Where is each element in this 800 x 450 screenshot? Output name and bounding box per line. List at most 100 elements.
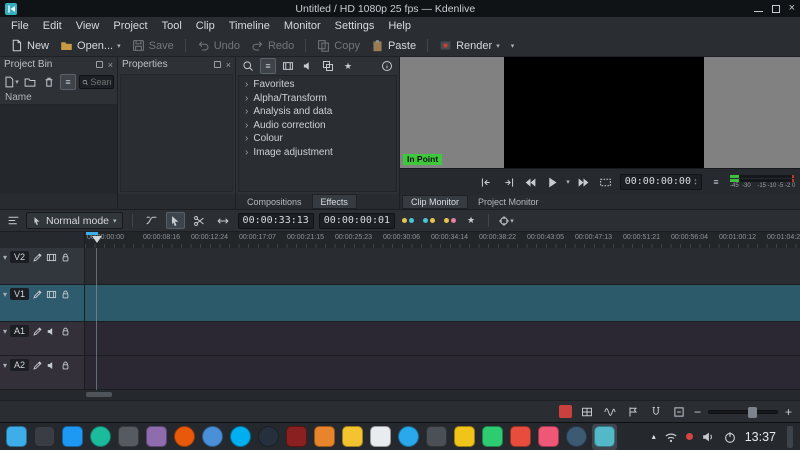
taskbar-app-chromium[interactable] bbox=[200, 424, 225, 450]
float-panel-icon[interactable] bbox=[213, 61, 221, 68]
taskbar-app-kickoff-menu[interactable] bbox=[4, 424, 29, 450]
play-button[interactable] bbox=[544, 174, 560, 190]
effects-category-colour[interactable]: › Colour bbox=[239, 132, 396, 146]
tab-clip-monitor[interactable]: Clip Monitor bbox=[402, 195, 469, 209]
show-audio-thumbnails-button[interactable] bbox=[602, 404, 618, 420]
taskbar-app-firefox[interactable] bbox=[172, 424, 197, 450]
tray-expand-chevron-icon[interactable]: ▴ bbox=[652, 432, 656, 441]
track-a1-header[interactable]: ▾ A1 bbox=[0, 322, 85, 355]
bin-name-column-header[interactable]: Name bbox=[0, 92, 117, 105]
volume-icon[interactable] bbox=[701, 430, 715, 444]
toolbar-overflow-button[interactable]: ▾ bbox=[507, 41, 519, 51]
lock-icon[interactable] bbox=[60, 360, 71, 371]
edit-mode-combobox[interactable]: Normal mode ▾ bbox=[26, 212, 123, 229]
spacer-tool-button[interactable] bbox=[214, 212, 233, 229]
track-a2-lane[interactable] bbox=[85, 356, 800, 389]
taskbar-app-banana[interactable] bbox=[340, 424, 365, 450]
video-effects-filter-button[interactable] bbox=[280, 58, 296, 74]
collapse-chevron-icon[interactable]: ▾ bbox=[3, 290, 7, 299]
taskbar-app-skype[interactable] bbox=[228, 424, 253, 450]
show-markers-button[interactable] bbox=[625, 404, 641, 420]
zoom-out-button[interactable]: − bbox=[694, 406, 701, 418]
notification-badge[interactable] bbox=[685, 433, 693, 440]
add-clip-button[interactable]: ▾ bbox=[3, 74, 19, 90]
zoom-slider-handle[interactable] bbox=[748, 406, 758, 418]
track-v1-lane[interactable] bbox=[85, 285, 800, 321]
track-effects-pencil-icon[interactable] bbox=[32, 360, 43, 371]
horizontal-scrollbar-thumb[interactable] bbox=[86, 392, 112, 397]
timeline-position-field[interactable]: 00:00:33:13 bbox=[237, 212, 314, 229]
timeline-settings-button[interactable] bbox=[5, 213, 21, 229]
taskbar-app-purple[interactable] bbox=[144, 424, 169, 450]
menu-clip[interactable]: Clip bbox=[189, 19, 222, 33]
effects-category-alpha-transform[interactable]: › Alpha/Transform bbox=[239, 92, 396, 106]
play-options-chevron-icon[interactable]: ▾ bbox=[566, 178, 570, 186]
close-button[interactable]: × bbox=[789, 3, 795, 14]
taskbar-app-pink[interactable] bbox=[536, 424, 561, 450]
snap-toggle-button[interactable] bbox=[648, 404, 664, 420]
effects-category-audio-correction[interactable]: › Audio correction bbox=[239, 119, 396, 133]
bin-search-input[interactable] bbox=[90, 77, 111, 87]
track-v2-lane[interactable] bbox=[85, 248, 800, 284]
effects-list-view-button[interactable]: ≡ bbox=[260, 58, 276, 74]
favorite-effects-button[interactable]: ★ bbox=[340, 58, 356, 74]
menu-monitor[interactable]: Monitor bbox=[277, 19, 328, 33]
menu-edit[interactable]: Edit bbox=[36, 19, 69, 33]
timeline-ruler[interactable]: 00:00:00:00 00:00:08:16 00:00:12:24 00:0… bbox=[0, 232, 800, 248]
close-panel-icon[interactable]: × bbox=[108, 60, 113, 70]
taskbar-app-telegram[interactable] bbox=[396, 424, 421, 450]
status-red-indicator[interactable] bbox=[558, 405, 572, 418]
copy-button[interactable]: Copy bbox=[313, 38, 364, 53]
effects-category-analysis[interactable]: › Analysis and data bbox=[239, 105, 396, 119]
track-v1-badge[interactable]: V1 bbox=[10, 288, 30, 300]
track-v1-header[interactable]: ▾ V1 bbox=[0, 285, 85, 321]
timeline-duration-field[interactable]: 00:00:00:01 bbox=[318, 212, 396, 229]
create-folder-button[interactable] bbox=[22, 74, 38, 90]
open-button[interactable]: Open... ▾ bbox=[56, 38, 125, 53]
minimize-button[interactable] bbox=[753, 4, 763, 13]
power-icon[interactable] bbox=[723, 430, 737, 444]
float-panel-icon[interactable] bbox=[95, 61, 103, 68]
track-a1-badge[interactable]: A1 bbox=[10, 325, 30, 337]
taskbar-app-dark[interactable] bbox=[32, 424, 57, 450]
track-effects-pencil-icon[interactable] bbox=[32, 252, 43, 263]
bin-item-list[interactable] bbox=[0, 105, 117, 195]
forward-button[interactable] bbox=[576, 174, 592, 190]
lock-icon[interactable] bbox=[60, 289, 71, 300]
rewind-button[interactable] bbox=[522, 174, 538, 190]
undo-button[interactable]: Undo bbox=[193, 38, 244, 53]
selection-tool-button[interactable] bbox=[165, 212, 185, 229]
track-thumbnails-icon[interactable] bbox=[46, 252, 57, 263]
collapse-chevron-icon[interactable]: ▾ bbox=[3, 327, 7, 336]
maximize-button[interactable] bbox=[771, 4, 780, 13]
menu-view[interactable]: View bbox=[69, 19, 107, 33]
menu-file[interactable]: File bbox=[4, 19, 36, 33]
new-button[interactable]: New bbox=[6, 38, 53, 53]
collapse-chevron-icon[interactable]: ▾ bbox=[3, 361, 7, 370]
track-a1-lane[interactable] bbox=[85, 322, 800, 355]
track-effects-pencil-icon[interactable] bbox=[32, 289, 43, 300]
effects-category-image-adjustment[interactable]: › Image adjustment bbox=[239, 146, 396, 160]
fit-zoom-button[interactable] bbox=[671, 404, 687, 420]
transitions-filter-button[interactable] bbox=[320, 58, 336, 74]
taskbar-app-dolphin[interactable] bbox=[60, 424, 85, 450]
go-to-zone-end-button[interactable] bbox=[500, 174, 516, 190]
menu-help[interactable]: Help bbox=[381, 19, 418, 33]
taskbar-app-obs[interactable] bbox=[564, 424, 589, 450]
track-v2-header[interactable]: ▾ V2 bbox=[0, 248, 85, 284]
taskbar-app-steam[interactable] bbox=[256, 424, 281, 450]
monitor-menu-button[interactable]: ≡ bbox=[708, 174, 724, 190]
lock-icon[interactable] bbox=[60, 252, 71, 263]
panel-edge-button[interactable] bbox=[787, 425, 793, 448]
menu-settings[interactable]: Settings bbox=[328, 19, 382, 33]
taskbar-app-writer[interactable] bbox=[368, 424, 393, 450]
close-panel-icon[interactable]: × bbox=[226, 60, 231, 70]
delete-clip-button[interactable] bbox=[41, 74, 57, 90]
audio-effects-filter-button[interactable] bbox=[300, 58, 316, 74]
target-track-button[interactable]: ▾ bbox=[498, 213, 514, 229]
effects-info-button[interactable] bbox=[379, 58, 395, 74]
taskbar-app-gold[interactable] bbox=[452, 424, 477, 450]
timeline-zoom-slider[interactable] bbox=[707, 406, 778, 418]
tab-compositions[interactable]: Compositions bbox=[238, 194, 311, 209]
effects-search-button[interactable] bbox=[240, 58, 256, 74]
